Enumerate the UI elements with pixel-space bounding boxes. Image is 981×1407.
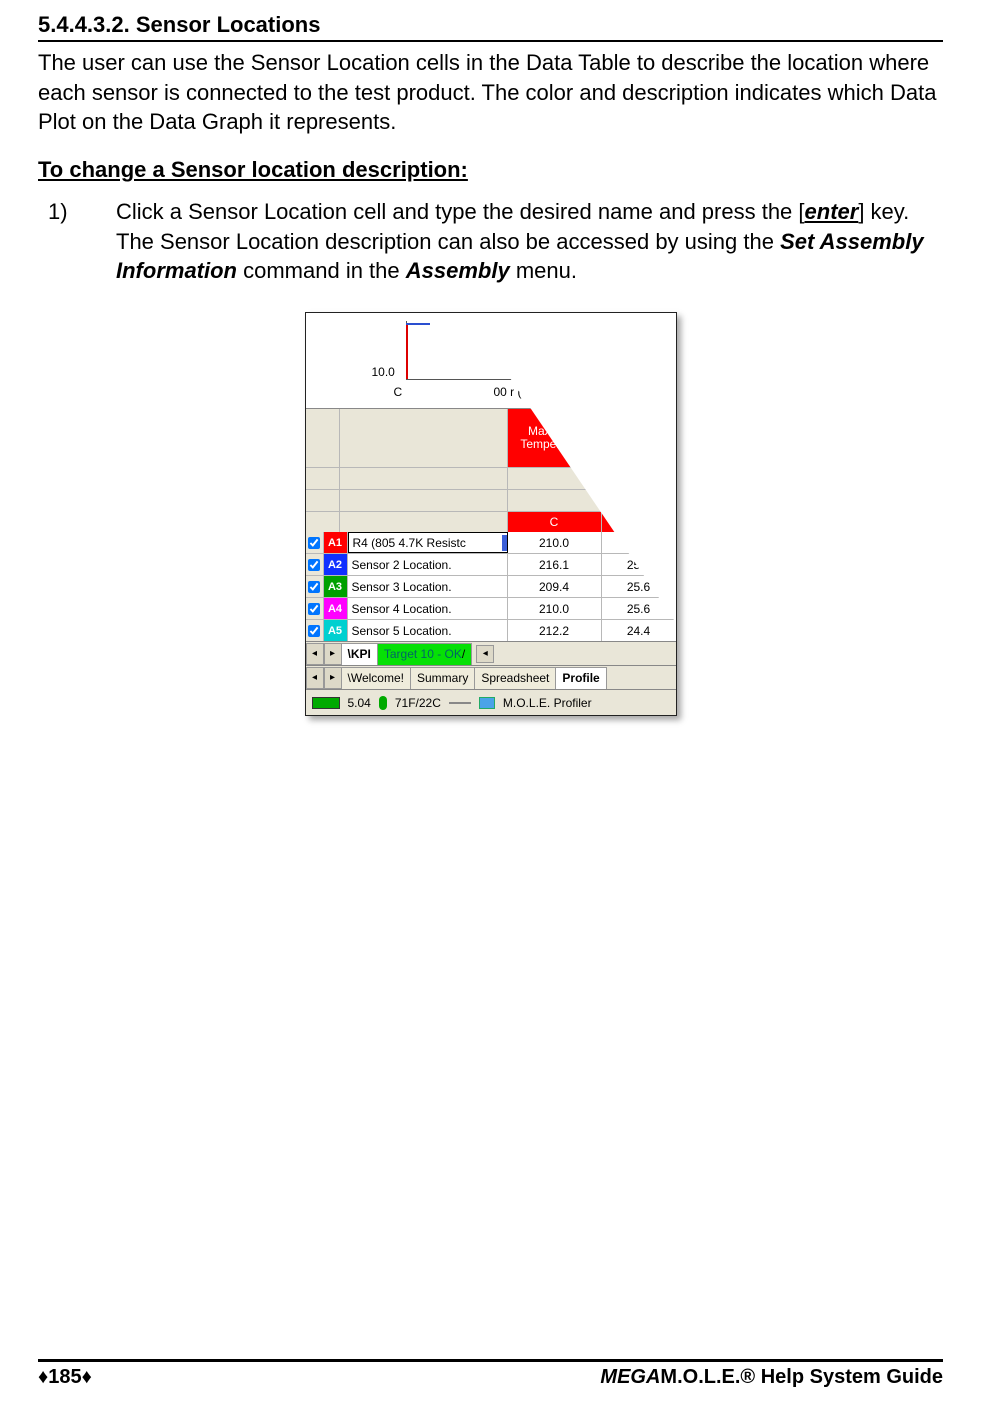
page-number: 185 (48, 1366, 81, 1388)
sensor-checkbox[interactable] (306, 620, 324, 641)
sensor-row: A1R4 (805 4.7K Resistc210.025 (306, 531, 676, 553)
section-heading: 5.4.4.3.2. Sensor Locations (38, 12, 943, 42)
tab-nav-next[interactable]: ▸ (324, 643, 342, 665)
sensor-row: A2Sensor 2 Location.216.125.0 (306, 553, 676, 575)
sensor-value-c2: 25 (602, 532, 676, 553)
sensor-value-c2: 25.6 (602, 598, 676, 619)
footer-diamond-right: ♦ (82, 1366, 92, 1388)
step-1: 1)Click a Sensor Location cell and type … (82, 197, 943, 286)
intro-paragraph: The user can use the Sensor Location cel… (38, 48, 943, 137)
sensor-badge: A2 (324, 554, 348, 575)
sensor-badge: A5 (324, 620, 348, 641)
step-number: 1) (82, 197, 116, 227)
sensor-value-c1: 209.4 (508, 576, 602, 597)
sensor-value-c2: 25.6 (602, 576, 676, 597)
section-title-text: Sensor Locations (136, 12, 321, 37)
header-row: MaximumTemperature (306, 409, 676, 467)
section-number: 5.4.4.3.2. (38, 12, 130, 37)
sensor-checkbox[interactable] (306, 554, 324, 575)
sensor-location-cell[interactable]: R4 (805 4.7K Resistc (348, 532, 508, 553)
sensor-row: A5Sensor 5 Location.212.224.4 (306, 619, 676, 641)
mini-graph: 10.0 C 00 r (Rela (306, 313, 676, 409)
step-text-1: Click a Sensor Location cell and type th… (116, 199, 805, 224)
graph-y-unit: C (394, 385, 403, 399)
step-text-3: command in the (237, 258, 406, 283)
sensor-location-cell[interactable]: Sensor 4 Location. (348, 598, 508, 619)
sensor-value-c2: 24.4 (602, 620, 676, 641)
temp-value: 71F/22C (395, 696, 441, 710)
tab-welcome[interactable]: \ Welcome! (341, 667, 411, 689)
sensor-checkbox[interactable] (306, 532, 324, 553)
footer-brand: MEGA (600, 1366, 660, 1388)
hscroll-left[interactable]: ◂ (476, 645, 494, 663)
step-text-4: menu. (510, 258, 577, 283)
screenshot-figure: 10.0 C 00 r (Rela MaximumTemperature C C… (305, 312, 677, 716)
tab-target[interactable]: Target 10 - OK / (377, 643, 472, 665)
thermometer-icon (379, 696, 387, 710)
column-header-max-temp: MaximumTemperature (520, 425, 587, 451)
device-name: M.O.L.E. Profiler (503, 696, 592, 710)
tab2-nav-first[interactable]: ◂ (306, 667, 324, 689)
sensor-value-c1: 210.0 (508, 532, 602, 553)
unit-c2: C (602, 512, 676, 532)
sensor-location-cell[interactable]: Sensor 3 Location. (348, 576, 508, 597)
procedure-title: To change a Sensor location description: (38, 157, 943, 183)
footer-title: M.O.L.E.® Help System Guide (660, 1366, 943, 1388)
graph-x-label: 00 r (Rela (494, 385, 547, 399)
tab-nav-first[interactable]: ◂ (306, 643, 324, 665)
sensor-badge: A3 (324, 576, 348, 597)
sensor-checkbox[interactable] (306, 576, 324, 597)
unit-c1: C (508, 512, 602, 532)
battery-value: 5.04 (348, 696, 371, 710)
graph-y-tick: 10.0 (372, 365, 395, 379)
menu-name: Assembly (406, 258, 510, 283)
page-footer: ♦185♦ MEGAM.O.L.E.® Help System Guide (38, 1359, 943, 1389)
sensor-badge: A4 (324, 598, 348, 619)
sensor-value-c1: 212.2 (508, 620, 602, 641)
statusbar: 5.04 71F/22C M.O.L.E. Profiler (306, 689, 676, 715)
battery-icon (312, 697, 340, 709)
sensor-location-cell[interactable]: Sensor 5 Location. (348, 620, 508, 641)
tab-spreadsheet[interactable]: Spreadsheet (474, 667, 556, 689)
sensor-value-c1: 210.0 (508, 598, 602, 619)
footer-diamond-left: ♦ (38, 1366, 48, 1388)
upper-tabstrip: ◂ ▸ \KPI Target 10 - OK / ◂ (306, 641, 676, 665)
sensor-row: A3Sensor 3 Location.209.425.6 (306, 575, 676, 597)
sensor-badge: A1 (324, 532, 348, 553)
tab-kpi[interactable]: \KPI (341, 643, 378, 665)
device-icon (479, 697, 495, 709)
enter-key: enter (805, 199, 859, 224)
sensor-row: A4Sensor 4 Location.210.025.6 (306, 597, 676, 619)
unit-row: C C (306, 511, 676, 531)
tab2-nav-next[interactable]: ▸ (324, 667, 342, 689)
sensor-value-c1: 216.1 (508, 554, 602, 575)
sensor-value-c2: 25.0 (602, 554, 676, 575)
tab-profile[interactable]: Profile (555, 667, 606, 689)
tab-summary[interactable]: Summary (410, 667, 475, 689)
sensor-checkbox[interactable] (306, 598, 324, 619)
lower-tabstrip: ◂ ▸ \ Welcome! Summary Spreadsheet Profi… (306, 665, 676, 689)
sensor-location-cell[interactable]: Sensor 2 Location. (348, 554, 508, 575)
